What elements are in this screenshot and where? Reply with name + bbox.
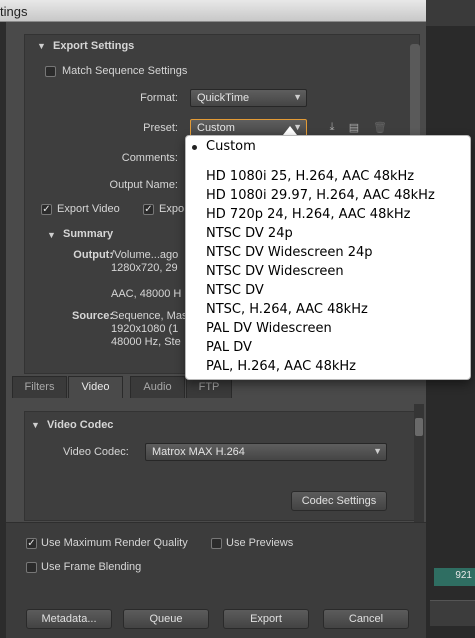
timecode-fragment: 921 <box>455 570 472 581</box>
menu-item[interactable]: PAL DV <box>206 340 252 357</box>
export-settings-title: Export Settings <box>53 40 135 52</box>
background-toolbar <box>426 0 475 26</box>
comments-label: Comments: <box>121 152 178 164</box>
tab-filters[interactable]: Filters <box>12 376 67 398</box>
video-codec-title: Video Codec <box>47 419 114 431</box>
preset-dropdown-menu: Custom HD 1080i 25, H.264, AAC 48kHz HD 1… <box>185 135 471 380</box>
window-title: tings <box>0 4 28 19</box>
frame-blending-label: Use Frame Blending <box>41 561 142 573</box>
match-sequence-checkbox[interactable] <box>45 66 56 77</box>
video-codec-panel: ▼ Video Codec Video Codec: Matrox MAX H.… <box>24 411 420 521</box>
selected-bullet-icon <box>192 145 197 150</box>
output-name-label: Output Name: <box>109 179 178 191</box>
export-video-checkbox[interactable]: ✓ <box>41 204 52 215</box>
video-codec-label: Video Codec: <box>63 446 129 458</box>
menu-caret <box>283 126 297 135</box>
chevron-down-icon: ▼ <box>293 92 302 102</box>
render-options-area: ✓ Use Maximum Render Quality Use Preview… <box>6 522 426 638</box>
video-scrollbar[interactable] <box>414 404 424 524</box>
window-titlebar[interactable]: tings <box>0 0 426 22</box>
output-line: AAC, 48000 H <box>111 288 182 300</box>
source-line: 48000 Hz, Ste <box>111 336 181 348</box>
menu-item[interactable]: NTSC, H.264, AAC 48kHz <box>206 302 368 319</box>
source-summary-label: Source: <box>72 310 113 322</box>
export-audio-checkbox[interactable]: ✓ <box>143 204 154 215</box>
format-label: Format: <box>140 92 178 104</box>
tab-audio[interactable]: Audio <box>130 376 185 398</box>
metadata-button[interactable]: Metadata... <box>26 609 112 629</box>
output-line: 1280x720, 29 <box>111 262 178 274</box>
menu-item[interactable]: PAL, H.264, AAC 48kHz <box>206 359 356 376</box>
menu-item[interactable]: PAL DV Widescreen <box>206 321 332 338</box>
output-line: /Volume...ago <box>111 249 179 261</box>
max-render-quality-checkbox[interactable]: ✓ <box>26 538 37 549</box>
summary-triangle-icon[interactable]: ▼ <box>47 230 56 240</box>
use-previews-checkbox[interactable] <box>211 538 222 549</box>
max-render-quality-label: Use Maximum Render Quality <box>41 537 188 549</box>
use-previews-label: Use Previews <box>226 537 294 549</box>
format-select[interactable]: QuickTime ▼ <box>190 89 307 107</box>
preset-label: Preset: <box>143 122 178 134</box>
codec-settings-button[interactable]: Codec Settings <box>291 491 387 511</box>
menu-item-selected[interactable]: Custom <box>186 139 470 156</box>
export-video-label: Export Video <box>57 203 120 215</box>
menu-item-label: Custom <box>206 139 256 154</box>
tab-video[interactable]: Video <box>68 376 123 398</box>
output-summary-label: Output: <box>73 249 113 261</box>
export-audio-label: Expo <box>159 203 185 215</box>
collapse-triangle-icon[interactable]: ▼ <box>31 420 40 430</box>
frame-blending-checkbox[interactable] <box>26 562 37 573</box>
menu-item[interactable]: HD 1080i 29.97, H.264, AAC 48kHz <box>206 188 435 205</box>
source-line: 1920x1080 (1 <box>111 323 179 335</box>
timeline-clip: 921 <box>434 568 475 586</box>
queue-button[interactable]: Queue <box>123 609 209 629</box>
source-line: Sequence, Mas <box>111 310 188 322</box>
menu-item[interactable]: NTSC DV Widescreen <box>206 264 344 281</box>
cancel-button[interactable]: Cancel <box>323 609 409 629</box>
summary-title: Summary <box>63 228 114 240</box>
export-button[interactable]: Export <box>223 609 309 629</box>
collapse-triangle-icon[interactable]: ▼ <box>37 41 46 51</box>
video-codec-select[interactable]: Matrox MAX H.264 ▼ <box>145 443 387 461</box>
format-value: QuickTime <box>197 92 250 104</box>
menu-item[interactable]: HD 720p 24, H.264, AAC 48kHz <box>206 207 410 224</box>
chevron-down-icon: ▼ <box>373 446 382 456</box>
menu-item[interactable]: HD 1080i 25, H.264, AAC 48kHz <box>206 169 414 186</box>
preset-value: Custom <box>197 122 235 134</box>
menu-item[interactable]: NTSC DV <box>206 283 264 300</box>
scrollbar-thumb[interactable] <box>415 418 423 436</box>
menu-item[interactable]: NTSC DV 24p <box>206 226 293 243</box>
menu-item[interactable]: NTSC DV Widescreen 24p <box>206 245 373 262</box>
match-sequence-label: Match Sequence Settings <box>62 65 188 77</box>
video-codec-value: Matrox MAX H.264 <box>152 446 245 458</box>
timeline-strip <box>430 600 475 626</box>
